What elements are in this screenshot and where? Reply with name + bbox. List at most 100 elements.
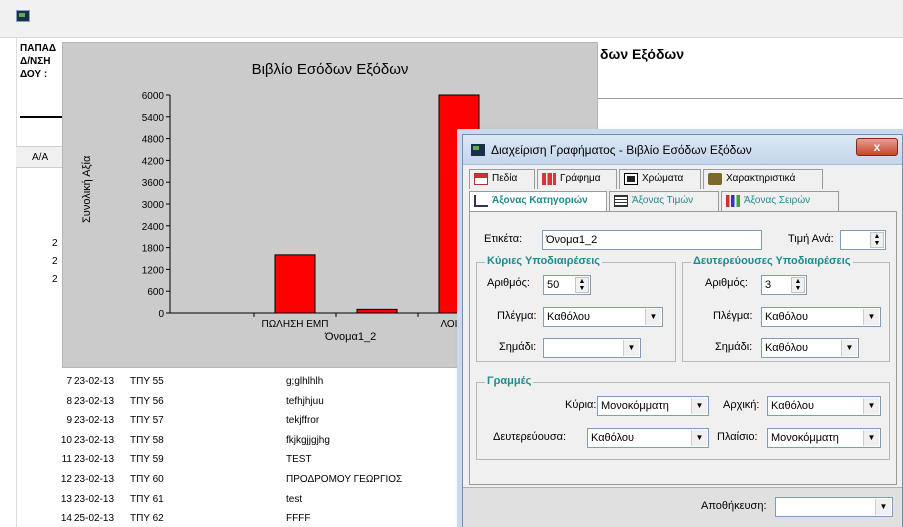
tab-category-axis[interactable]: Άξονας Κατηγοριών bbox=[469, 191, 607, 211]
spinner-arrows-icon[interactable]: ▲ ▼ bbox=[575, 277, 589, 293]
major-divisions-title: Κύριες Υποδιαιρέσεις bbox=[485, 255, 603, 267]
y-tick-label: 4200 bbox=[142, 156, 165, 167]
y-tick-label: 0 bbox=[158, 309, 164, 320]
bar bbox=[356, 308, 398, 314]
header-rule-right bbox=[598, 98, 903, 99]
major-count-input[interactable]: 50 ▲ ▼ bbox=[543, 275, 591, 295]
chevron-down-icon[interactable]: ▼ bbox=[863, 309, 879, 325]
row-reference: ΤΠΥ 55 bbox=[130, 376, 164, 387]
y-tick-label: 3000 bbox=[142, 200, 165, 211]
chevron-down-icon[interactable]: ▼ bbox=[863, 430, 879, 446]
spinner-arrows-icon[interactable]: ▲ ▼ bbox=[870, 232, 884, 248]
chevron-down-icon[interactable]: ▼ bbox=[645, 309, 661, 325]
row-date: 23-02-13 bbox=[74, 474, 115, 485]
save-label: Αποθήκευση: bbox=[701, 500, 767, 512]
tab-panel: Ετικέτα: Όνομα1_2 Τιμή Ανά: ▲ ▼ Κύριες Υπ… bbox=[469, 211, 897, 485]
label-input[interactable]: Όνομα1_2 bbox=[542, 230, 762, 250]
minor-mark-label: Σημάδι: bbox=[715, 341, 753, 353]
row-number: 14 bbox=[60, 513, 72, 525]
row-description: tefhjhjuu bbox=[286, 395, 324, 407]
initial-line-select[interactable]: Καθόλου ▼ bbox=[767, 396, 881, 416]
col-header-aa: Α/Α bbox=[32, 152, 49, 163]
chevron-down-icon[interactable]: ▼ bbox=[691, 398, 707, 414]
minor-grid-select[interactable]: Καθόλου ▼ bbox=[761, 307, 881, 327]
initial-line-value: Καθόλου bbox=[771, 400, 815, 412]
initial-line-label: Αρχική: bbox=[723, 399, 760, 411]
chevron-down-icon[interactable]: ▼ bbox=[863, 398, 879, 414]
secondary-line-label: Δευτερεύουσα: bbox=[493, 431, 567, 443]
tab-properties[interactable]: Χαρακτηριστικά bbox=[703, 169, 823, 189]
dialog-titlebar[interactable]: Διαχείριση Γραφήματος - Βιβλίο Εσόδων Εξ… bbox=[463, 135, 902, 165]
tab-graph[interactable]: Γράφημα bbox=[537, 169, 617, 189]
row-number: 7 bbox=[66, 376, 72, 387]
value-per-input[interactable]: ▲ ▼ bbox=[840, 230, 886, 250]
major-mark-select[interactable]: ▼ bbox=[543, 338, 641, 358]
row-date: 23-02-13 bbox=[74, 454, 115, 466]
chevron-down-icon[interactable]: ▼ bbox=[623, 340, 639, 356]
row-date: 23-02-13 bbox=[74, 376, 115, 387]
major-count-value: 50 bbox=[547, 279, 560, 291]
row-reference: ΤΠΥ 60 bbox=[130, 474, 164, 485]
tab-label: Άξονας Κατηγοριών bbox=[492, 195, 588, 206]
row-number: 12 bbox=[60, 474, 72, 485]
tab-series-axis[interactable]: Άξονας Σειρών bbox=[721, 191, 839, 211]
chevron-down-icon[interactable]: ▼ bbox=[691, 430, 707, 446]
row-number: 10 bbox=[60, 434, 72, 446]
frame-line-select[interactable]: Μονοκόμματη ▼ bbox=[767, 428, 881, 448]
dialog-footer: Αποθήκευση: ▼ bbox=[463, 487, 902, 527]
chevron-down-icon[interactable]: ▼ bbox=[841, 340, 857, 356]
tab-label: Γράφημα bbox=[560, 173, 601, 184]
tab-label: Χρώματα bbox=[642, 173, 684, 184]
x-tick-label: ΠΩΛΗΣΗ ΕΜΠ bbox=[261, 319, 328, 330]
spinner-arrows-icon[interactable]: ▲ ▼ bbox=[791, 277, 805, 293]
category-axis-icon bbox=[474, 195, 488, 207]
row-description: fkjkgjjgjhg bbox=[286, 434, 330, 446]
top-toolbar bbox=[0, 0, 903, 38]
header-line-1: ΠΑΠΑΔ bbox=[20, 43, 57, 54]
minor-count-label: Αριθμός: bbox=[705, 277, 748, 289]
tab-label: Άξονας Τιμών bbox=[632, 195, 694, 206]
y-tick-label: 1800 bbox=[142, 244, 165, 255]
chart-x-axis-label: Όνομα1_2 bbox=[325, 331, 377, 343]
row-description: FFFF bbox=[286, 513, 311, 525]
lines-group: Γραμμές Κύρια: Μονοκόμματη ▼ Αρχική: Καθ… bbox=[476, 375, 890, 460]
y-tick-label: 4800 bbox=[142, 135, 165, 146]
frame-line-label: Πλαίσιο: bbox=[717, 431, 758, 443]
header-line-2: Δ/ΝΣΗ bbox=[20, 56, 51, 67]
properties-icon bbox=[708, 173, 722, 185]
minor-count-value: 3 bbox=[765, 279, 772, 291]
bar-chart-icon bbox=[542, 173, 556, 185]
y-tick-label: 5400 bbox=[142, 113, 165, 124]
left-number: 2 bbox=[52, 238, 58, 249]
row-description: tekjffror bbox=[286, 415, 320, 427]
minor-count-input[interactable]: 3 ▲ ▼ bbox=[761, 275, 807, 295]
minor-mark-value: Καθόλου bbox=[765, 342, 809, 354]
major-grid-select[interactable]: Καθόλου ▼ bbox=[543, 307, 663, 327]
secondary-line-select[interactable]: Καθόλου ▼ bbox=[587, 428, 709, 448]
tab-colors[interactable]: Χρώματα bbox=[619, 169, 701, 189]
tab-value-axis[interactable]: Άξονας Τιμών bbox=[609, 191, 719, 211]
tab-fields[interactable]: Πεδία bbox=[469, 169, 535, 189]
chevron-down-icon[interactable]: ▼ bbox=[875, 499, 891, 515]
row-number: 11 bbox=[61, 454, 72, 466]
close-button[interactable]: x bbox=[856, 138, 898, 156]
y-tick-label: 6000 bbox=[142, 91, 165, 102]
major-mark-label: Σημάδι: bbox=[499, 341, 537, 353]
row-description: TEST bbox=[286, 454, 312, 466]
minor-mark-select[interactable]: Καθόλου ▼ bbox=[761, 338, 859, 358]
y-tick-label: 3600 bbox=[142, 178, 165, 189]
major-count-label: Αριθμός: bbox=[487, 277, 530, 289]
main-line-select[interactable]: Μονοκόμματη ▼ bbox=[597, 396, 709, 416]
dialog-app-icon bbox=[471, 144, 485, 156]
row-description: ΠΡΟΔΡΟΜΟΥ ΓΕΩΡΓΙΟΣ bbox=[286, 474, 403, 485]
minor-grid-label: Πλέγμα: bbox=[713, 310, 753, 322]
row-reference: ΤΠΥ 58 bbox=[130, 434, 164, 446]
row-number: 8 bbox=[66, 395, 72, 407]
color-grid-icon bbox=[624, 173, 638, 185]
save-select[interactable]: ▼ bbox=[775, 497, 893, 517]
row-number: 13 bbox=[60, 493, 72, 505]
row-number: 9 bbox=[66, 415, 72, 427]
left-number: 2 bbox=[52, 274, 58, 285]
row-date: 23-02-13 bbox=[74, 415, 115, 427]
row-date: 23-02-13 bbox=[74, 434, 115, 446]
